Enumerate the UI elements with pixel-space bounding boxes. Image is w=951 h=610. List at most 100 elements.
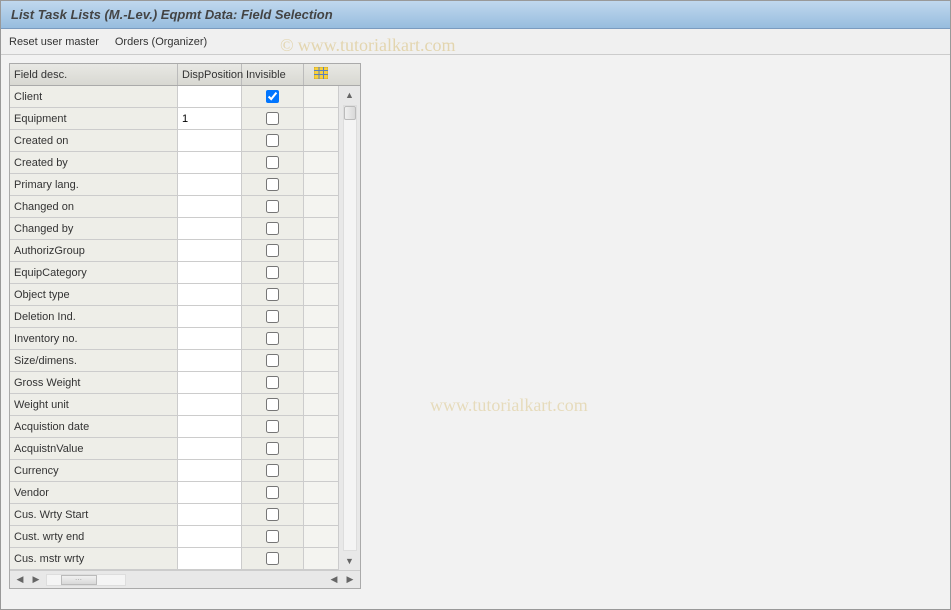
invisible-cell	[242, 482, 304, 503]
scroll-thumb[interactable]	[344, 106, 356, 120]
horizontal-scrollbar-left[interactable]: ◀ ▶ ⋯	[10, 571, 304, 588]
padding-cell	[304, 504, 338, 525]
disp-position-cell[interactable]	[178, 130, 242, 151]
disp-position-input[interactable]	[182, 113, 237, 125]
disp-position-input[interactable]	[182, 311, 237, 323]
invisible-checkbox[interactable]	[266, 508, 279, 521]
invisible-checkbox[interactable]	[266, 178, 279, 191]
disp-position-cell[interactable]	[178, 416, 242, 437]
column-header-field-desc[interactable]: Field desc.	[10, 64, 178, 85]
scroll-track[interactable]	[343, 105, 357, 551]
vertical-scrollbar[interactable]: ▲ ▼	[338, 86, 360, 570]
invisible-checkbox[interactable]	[266, 442, 279, 455]
disp-position-cell[interactable]	[178, 328, 242, 349]
disp-position-input[interactable]	[182, 223, 237, 235]
disp-position-input[interactable]	[182, 289, 237, 301]
disp-position-input[interactable]	[182, 399, 237, 411]
invisible-checkbox[interactable]	[266, 420, 279, 433]
column-header-disp-position[interactable]: DispPosition	[178, 64, 242, 85]
table-row: Changed by	[10, 218, 338, 240]
invisible-checkbox[interactable]	[266, 486, 279, 499]
invisible-checkbox[interactable]	[266, 310, 279, 323]
disp-position-cell[interactable]	[178, 284, 242, 305]
column-header-invisible[interactable]: Invisible	[242, 64, 304, 85]
invisible-checkbox[interactable]	[266, 288, 279, 301]
invisible-checkbox[interactable]	[266, 398, 279, 411]
invisible-checkbox[interactable]	[266, 266, 279, 279]
disp-position-input[interactable]	[182, 91, 237, 103]
disp-position-cell[interactable]	[178, 548, 242, 569]
disp-position-cell[interactable]	[178, 372, 242, 393]
disp-position-cell[interactable]	[178, 218, 242, 239]
disp-position-cell[interactable]	[178, 240, 242, 261]
disp-position-cell[interactable]	[178, 152, 242, 173]
title-bar: List Task Lists (M.-Lev.) Eqpmt Data: Fi…	[1, 1, 950, 29]
scroll-down-icon[interactable]: ▼	[339, 552, 360, 570]
field-selection-table: Field desc. DispPosition Invisible Clien…	[9, 63, 361, 589]
table-row: AcquistnValue	[10, 438, 338, 460]
table-row: Currency	[10, 460, 338, 482]
invisible-checkbox[interactable]	[266, 200, 279, 213]
disp-position-input[interactable]	[182, 443, 237, 455]
menu-reset-user-master[interactable]: Reset user master	[9, 36, 99, 48]
disp-position-cell[interactable]	[178, 394, 242, 415]
hscroll-thumb[interactable]: ⋯	[61, 575, 97, 585]
invisible-checkbox[interactable]	[266, 90, 279, 103]
disp-position-input[interactable]	[182, 333, 237, 345]
horizontal-scrollbar-right[interactable]: ◀ ▶	[326, 571, 360, 588]
invisible-checkbox[interactable]	[266, 376, 279, 389]
padding-cell	[304, 240, 338, 261]
disp-position-input[interactable]	[182, 355, 237, 367]
invisible-cell	[242, 218, 304, 239]
invisible-checkbox[interactable]	[266, 222, 279, 235]
padding-cell	[304, 548, 338, 569]
disp-position-cell[interactable]	[178, 86, 242, 107]
disp-position-input[interactable]	[182, 179, 237, 191]
scroll-left-icon[interactable]: ◀	[326, 573, 342, 587]
invisible-checkbox[interactable]	[266, 244, 279, 257]
table-row: EquipCategory	[10, 262, 338, 284]
padding-cell	[304, 372, 338, 393]
disp-position-input[interactable]	[182, 465, 237, 477]
disp-position-cell[interactable]	[178, 306, 242, 327]
hscroll-track[interactable]: ⋯	[46, 574, 126, 586]
horizontal-scrollbar-row: ◀ ▶ ⋯ ◀ ▶	[10, 570, 360, 588]
invisible-checkbox[interactable]	[266, 552, 279, 565]
scroll-up-icon[interactable]: ▲	[339, 86, 360, 104]
invisible-checkbox[interactable]	[266, 354, 279, 367]
disp-position-input[interactable]	[182, 267, 237, 279]
table-row: Cust. wrty end	[10, 526, 338, 548]
invisible-checkbox[interactable]	[266, 112, 279, 125]
disp-position-cell[interactable]	[178, 482, 242, 503]
scroll-left-icon[interactable]: ◀	[12, 573, 28, 587]
invisible-checkbox[interactable]	[266, 530, 279, 543]
disp-position-input[interactable]	[182, 553, 237, 565]
scroll-right-icon[interactable]: ▶	[342, 573, 358, 587]
disp-position-input[interactable]	[182, 377, 237, 389]
disp-position-input[interactable]	[182, 201, 237, 213]
disp-position-input[interactable]	[182, 245, 237, 257]
invisible-checkbox[interactable]	[266, 134, 279, 147]
invisible-checkbox[interactable]	[266, 464, 279, 477]
menu-orders-organizer[interactable]: Orders (Organizer)	[115, 36, 207, 48]
disp-position-cell[interactable]	[178, 262, 242, 283]
invisible-checkbox[interactable]	[266, 332, 279, 345]
disp-position-input[interactable]	[182, 157, 237, 169]
disp-position-cell[interactable]	[178, 196, 242, 217]
disp-position-cell[interactable]	[178, 460, 242, 481]
disp-position-cell[interactable]	[178, 504, 242, 525]
disp-position-cell[interactable]	[178, 526, 242, 547]
disp-position-cell[interactable]	[178, 438, 242, 459]
disp-position-cell[interactable]	[178, 174, 242, 195]
disp-position-input[interactable]	[182, 421, 237, 433]
disp-position-cell[interactable]	[178, 108, 242, 129]
disp-position-input[interactable]	[182, 509, 237, 521]
disp-position-input[interactable]	[182, 135, 237, 147]
invisible-checkbox[interactable]	[266, 156, 279, 169]
table-config-button[interactable]	[304, 64, 338, 85]
disp-position-cell[interactable]	[178, 350, 242, 371]
invisible-cell	[242, 130, 304, 151]
disp-position-input[interactable]	[182, 531, 237, 543]
disp-position-input[interactable]	[182, 487, 237, 499]
scroll-right-icon[interactable]: ▶	[28, 573, 44, 587]
